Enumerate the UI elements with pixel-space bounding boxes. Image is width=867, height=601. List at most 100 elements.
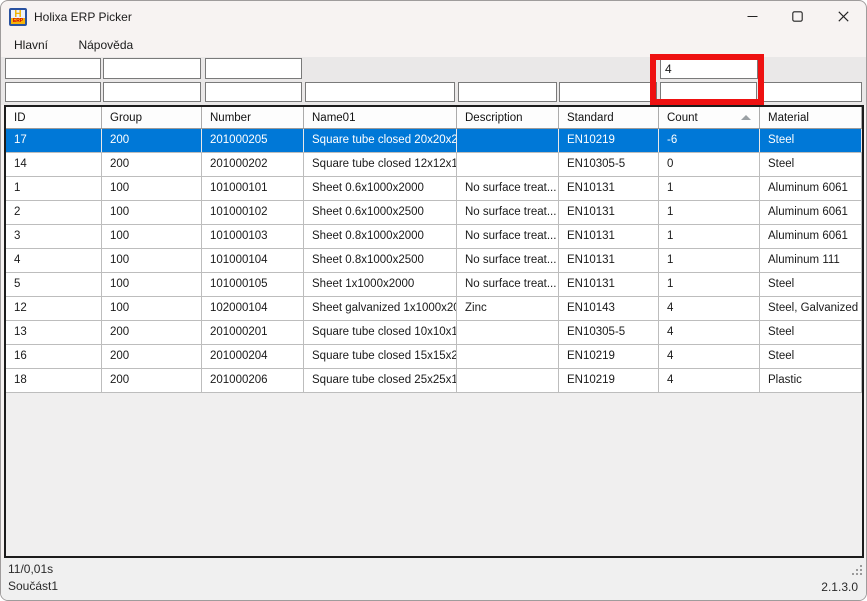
- table-cell: EN10131: [559, 201, 659, 224]
- table-cell: -6: [659, 129, 760, 152]
- table-row[interactable]: 3100101000103Sheet 0.8x1000x2000No surfa…: [6, 225, 862, 249]
- column-header-label: Group: [110, 112, 142, 124]
- table-cell: Sheet 0.6x1000x2000: [304, 177, 457, 200]
- table-cell: 1: [659, 201, 760, 224]
- table-cell: Steel: [760, 321, 862, 344]
- table-cell: 4: [659, 345, 760, 368]
- filter-row1-group[interactable]: [103, 58, 201, 79]
- table-cell: Aluminum 6061: [760, 225, 862, 248]
- table-cell: [457, 321, 559, 344]
- table-cell: 201000202: [202, 153, 304, 176]
- table-cell: 13: [6, 321, 102, 344]
- table-cell: 200: [102, 369, 202, 392]
- table-cell: Aluminum 6061: [760, 201, 862, 224]
- column-header-group[interactable]: Group: [102, 107, 202, 128]
- table-row[interactable]: 14200201000202Square tube closed 12x12x1…: [6, 153, 862, 177]
- column-header-description[interactable]: Description: [457, 107, 559, 128]
- column-header-number[interactable]: Number: [202, 107, 304, 128]
- table-row[interactable]: 16200201000204Square tube closed 15x15x2…: [6, 345, 862, 369]
- filter-row1-id[interactable]: [5, 58, 101, 79]
- table-cell: Square tube closed 25x25x1.5: [304, 369, 457, 392]
- filter-row2-group[interactable]: [103, 82, 201, 102]
- table-cell: Square tube closed 20x20x2: [304, 129, 457, 152]
- status-version: 2.1.3.0: [821, 580, 858, 594]
- table-cell: Sheet 1x1000x2000: [304, 273, 457, 296]
- table-cell: 17: [6, 129, 102, 152]
- table-cell: EN10131: [559, 249, 659, 272]
- table-cell: 16: [6, 345, 102, 368]
- table-cell: EN10131: [559, 225, 659, 248]
- table-row[interactable]: 5100101000105Sheet 1x1000x2000No surface…: [6, 273, 862, 297]
- table-cell: 4: [659, 321, 760, 344]
- filter-row2-standard[interactable]: [559, 82, 657, 102]
- table-cell: 100: [102, 249, 202, 272]
- table-cell: 12: [6, 297, 102, 320]
- table-cell: No surface treat...: [457, 249, 559, 272]
- table-cell: No surface treat...: [457, 225, 559, 248]
- table-row[interactable]: 13200201000201Square tube closed 10x10x1…: [6, 321, 862, 345]
- minimize-icon: [747, 11, 758, 22]
- table-cell: 3: [6, 225, 102, 248]
- table-cell: 1: [659, 273, 760, 296]
- table-row[interactable]: 17200201000205Square tube closed 20x20x2…: [6, 129, 862, 153]
- column-header-id[interactable]: ID: [6, 107, 102, 128]
- table-cell: EN10219: [559, 129, 659, 152]
- app-icon-erp-text: ERP: [11, 18, 25, 24]
- table-row[interactable]: 1100101000101Sheet 0.6x1000x2000No surfa…: [6, 177, 862, 201]
- table-cell: Square tube closed 12x12x1.5: [304, 153, 457, 176]
- close-icon: [838, 11, 849, 22]
- table-cell: 18: [6, 369, 102, 392]
- table-cell: EN10131: [559, 177, 659, 200]
- status-result-info: 11/0,01s: [8, 562, 53, 576]
- status-document-name: Součást1: [8, 579, 58, 593]
- filter-row2-name01[interactable]: [305, 82, 455, 102]
- table-cell: 200: [102, 129, 202, 152]
- filter-row2-count[interactable]: [660, 82, 757, 102]
- table-row[interactable]: 18200201000206Square tube closed 25x25x1…: [6, 369, 862, 393]
- close-button[interactable]: [820, 1, 866, 32]
- column-header-count[interactable]: Count: [659, 107, 760, 128]
- filter-row1-count[interactable]: [660, 58, 758, 79]
- table-cell: No surface treat...: [457, 273, 559, 296]
- minimize-button[interactable]: [730, 1, 775, 32]
- column-header-name01[interactable]: Name01: [304, 107, 457, 128]
- filter-row2-id[interactable]: [5, 82, 101, 102]
- table-cell: Sheet 0.8x1000x2500: [304, 249, 457, 272]
- column-header-label: Standard: [567, 112, 614, 124]
- table-cell: [457, 369, 559, 392]
- table-row[interactable]: 2100101000102Sheet 0.6x1000x2500No surfa…: [6, 201, 862, 225]
- filter-row2-number[interactable]: [205, 82, 302, 102]
- table-cell: 2: [6, 201, 102, 224]
- menu-item-hlavni[interactable]: Hlavní: [1, 33, 61, 57]
- table-row[interactable]: 12100102000104Sheet galvanized 1x1000x20…: [6, 297, 862, 321]
- column-header-material[interactable]: Material: [760, 107, 862, 128]
- table-cell: EN10143: [559, 297, 659, 320]
- table-cell: Steel: [760, 153, 862, 176]
- table-cell: EN10219: [559, 369, 659, 392]
- table-cell: 14: [6, 153, 102, 176]
- sort-ascending-icon: [741, 115, 751, 120]
- table-cell: EN10219: [559, 345, 659, 368]
- table-cell: [457, 345, 559, 368]
- resize-grip[interactable]: [851, 565, 862, 576]
- menu-item-napoveda[interactable]: Nápověda: [65, 33, 146, 57]
- data-grid: ID Group NumberName01Description Standard Co…: [4, 105, 864, 558]
- table-cell: Sheet 0.6x1000x2500: [304, 201, 457, 224]
- table-cell: 1: [6, 177, 102, 200]
- table-cell: Sheet 0.8x1000x2000: [304, 225, 457, 248]
- filter-row2-description[interactable]: [458, 82, 557, 102]
- table-cell: 4: [6, 249, 102, 272]
- titlebar[interactable]: H ERP Holixa ERP Picker: [1, 1, 866, 33]
- maximize-button[interactable]: [775, 1, 820, 32]
- table-row[interactable]: 4100101000104Sheet 0.8x1000x2500No surfa…: [6, 249, 862, 273]
- table-cell: [457, 129, 559, 152]
- table-cell: 1: [659, 225, 760, 248]
- table-cell: 101000101: [202, 177, 304, 200]
- table-cell: 201000206: [202, 369, 304, 392]
- filter-row2-material[interactable]: [762, 82, 862, 102]
- table-cell: 201000205: [202, 129, 304, 152]
- filter-row1-number[interactable]: [205, 58, 302, 79]
- column-header-standard[interactable]: Standard: [559, 107, 659, 128]
- menubar: Hlavní Nápověda: [1, 33, 866, 57]
- table-cell: 4: [659, 369, 760, 392]
